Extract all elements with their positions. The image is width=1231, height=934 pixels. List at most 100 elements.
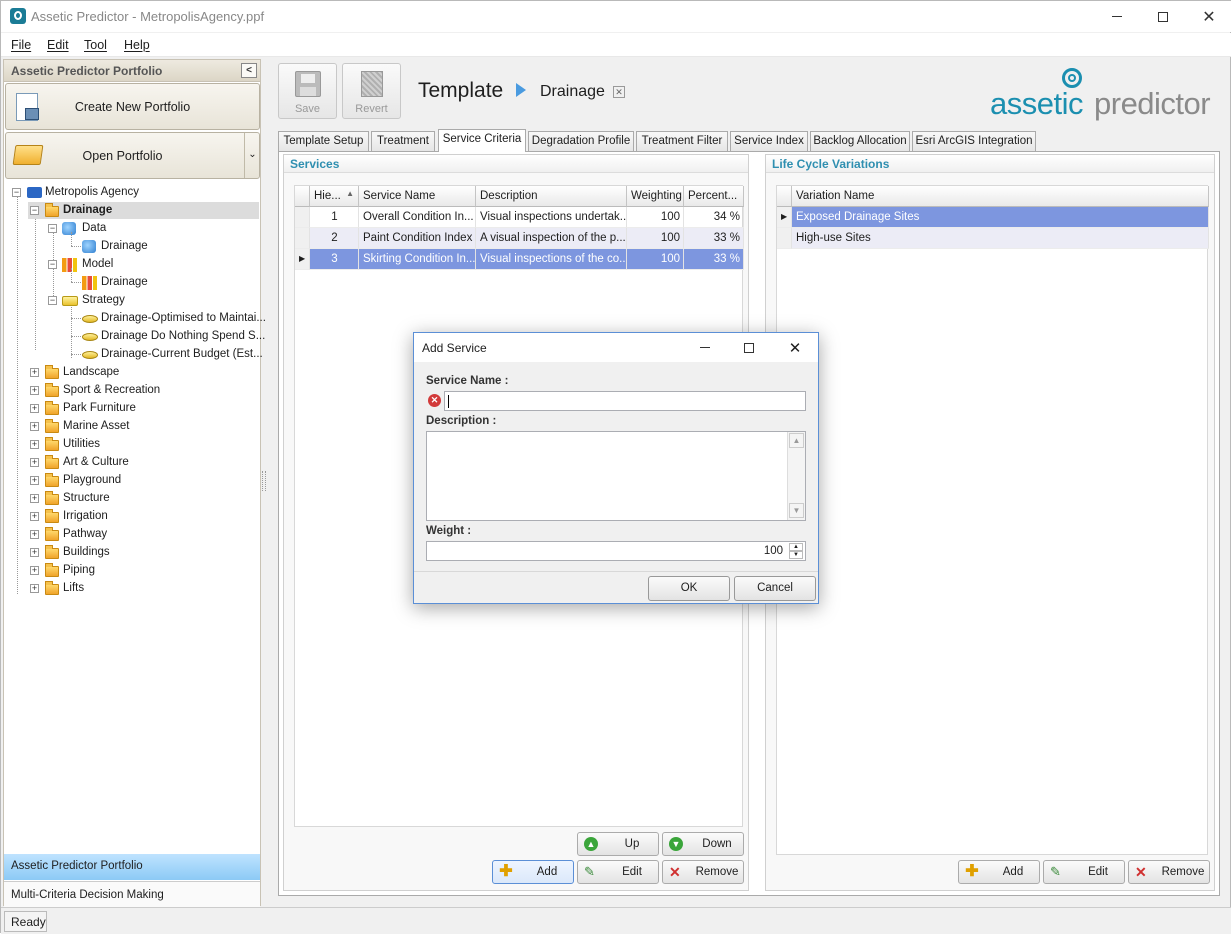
status-text: Ready	[4, 911, 47, 932]
grid-header-percent[interactable]: Percent...	[684, 186, 744, 207]
dialog-close-button[interactable]: ✕	[780, 333, 810, 362]
tree-label-data-drainage: Drainage	[101, 240, 148, 252]
scroll-down-icon[interactable]: ▼	[789, 503, 804, 518]
tree-node-category[interactable]: + Art & Culture	[28, 454, 129, 471]
table-cell[interactable]: 100	[627, 207, 684, 228]
table-cell[interactable]: 100	[627, 249, 684, 270]
open-portfolio-dropdown[interactable]: ⌄	[244, 133, 260, 178]
add-variation-button[interactable]: ✚ Add	[958, 860, 1040, 884]
menu-file[interactable]: File	[11, 38, 31, 52]
add-service-button[interactable]: ✚ Add	[492, 860, 574, 884]
grid-header-hierarchy[interactable]: Hie... ▲	[310, 186, 359, 207]
nav-mcdm[interactable]: Multi-Criteria Decision Making	[4, 881, 260, 907]
panel-splitter[interactable]	[262, 471, 266, 491]
edit-variation-button[interactable]: ✎ Edit	[1043, 860, 1125, 884]
grid-header-weighting[interactable]: Weighting	[627, 186, 684, 207]
tree-node-category[interactable]: + Sport & Recreation	[28, 382, 160, 399]
save-button[interactable]: Save	[278, 63, 337, 119]
table-cell[interactable]: Skirting Condition In...	[359, 249, 476, 270]
menu-edit[interactable]: Edit	[47, 38, 69, 52]
row-selector[interactable]: ▶	[777, 207, 792, 228]
maximize-button[interactable]	[1140, 1, 1186, 32]
tab-esri-arcgis[interactable]: Esri ArcGIS Integration	[912, 131, 1036, 151]
tree-node-model-drainage[interactable]: Drainage	[82, 274, 148, 291]
tree-node-strategy-1[interactable]: Drainage-Optimised to Maintai...	[82, 310, 266, 327]
row-selector[interactable]	[295, 228, 310, 249]
tab-treatment-filter[interactable]: Treatment Filter	[636, 131, 728, 151]
description-textarea[interactable]: ▲ ▼	[426, 431, 806, 521]
table-cell[interactable]: 1	[310, 207, 359, 228]
remove-variation-button[interactable]: ✕ Remove	[1128, 860, 1210, 884]
table-cell[interactable]: 34 %	[684, 207, 744, 228]
remove-service-button[interactable]: ✕ Remove	[662, 860, 744, 884]
tab-template-setup[interactable]: Template Setup	[278, 131, 369, 151]
close-button[interactable]: ✕	[1186, 1, 1231, 32]
up-button[interactable]: ▲ Up	[577, 832, 659, 856]
spin-down-icon[interactable]: ▼	[789, 551, 803, 559]
list-item[interactable]: Exposed Drainage Sites	[792, 207, 1209, 228]
tree-node-category[interactable]: + Landscape	[28, 364, 119, 381]
revert-button[interactable]: Revert	[342, 63, 401, 119]
table-cell[interactable]: 33 %	[684, 228, 744, 249]
row-selector[interactable]	[295, 207, 310, 228]
spin-up-icon[interactable]: ▲	[789, 543, 803, 551]
tree-node-category[interactable]: + Irrigation	[28, 508, 108, 525]
service-name-input[interactable]	[444, 391, 806, 411]
ok-button[interactable]: OK	[648, 576, 730, 601]
tree-node-category[interactable]: + Pathway	[28, 526, 107, 543]
table-cell[interactable]: Visual inspections undertak...	[476, 207, 627, 228]
tree-node-drainage[interactable]: − Drainage	[28, 202, 259, 219]
list-item[interactable]: High-use Sites	[792, 228, 1209, 249]
tree-node-category[interactable]: + Utilities	[28, 436, 100, 453]
tree-node-model[interactable]: − Model	[46, 256, 113, 273]
table-cell[interactable]: 100	[627, 228, 684, 249]
close-template-icon[interactable]: ✕	[613, 86, 625, 98]
tab-backlog-allocation[interactable]: Backlog Allocation	[810, 131, 910, 151]
scroll-up-icon[interactable]: ▲	[789, 433, 804, 448]
tree-node-category[interactable]: + Park Furniture	[28, 400, 136, 417]
cancel-button[interactable]: Cancel	[734, 576, 816, 601]
down-button[interactable]: ▼ Down	[662, 832, 744, 856]
tree-node-category[interactable]: + Structure	[28, 490, 110, 507]
table-cell[interactable]: 33 %	[684, 249, 744, 270]
menu-tool[interactable]: Tool	[84, 38, 107, 52]
weight-spinner[interactable]: 100 ▲ ▼	[426, 541, 806, 561]
tab-treatment[interactable]: Treatment	[371, 131, 435, 151]
table-cell[interactable]: Overall Condition In...	[359, 207, 476, 228]
nav-portfolio[interactable]: Assetic Predictor Portfolio	[4, 854, 260, 880]
table-cell[interactable]: 3	[310, 249, 359, 270]
create-portfolio-button[interactable]: Create New Portfolio	[5, 83, 260, 130]
tab-service-index[interactable]: Service Index	[730, 131, 808, 151]
tree-node-strategy-2[interactable]: Drainage Do Nothing Spend S...	[82, 328, 265, 345]
tree-node-strategy[interactable]: − Strategy	[46, 292, 125, 309]
dialog-maximize-button[interactable]	[734, 333, 764, 362]
grid-header-variation-name[interactable]: Variation Name	[792, 186, 1209, 207]
tree-node-category[interactable]: + Playground	[28, 472, 121, 489]
tab-service-criteria[interactable]: Service Criteria	[438, 129, 526, 152]
table-cell[interactable]: 2	[310, 228, 359, 249]
open-portfolio-button[interactable]: Open Portfolio ⌄	[5, 132, 260, 179]
menu-help[interactable]: Help	[124, 38, 150, 52]
table-cell[interactable]: Visual inspections of the co...	[476, 249, 627, 270]
menu-bar: File Edit Tool Help	[1, 33, 1231, 57]
row-selector[interactable]	[777, 228, 792, 249]
collapse-panel-button[interactable]: <	[241, 63, 257, 78]
table-cell[interactable]: Paint Condition Index	[359, 228, 476, 249]
minimize-button[interactable]	[1094, 1, 1140, 32]
tree-node-data-drainage[interactable]: Drainage	[82, 238, 148, 255]
table-cell[interactable]: A visual inspection of the p...	[476, 228, 627, 249]
grid-header-service-name[interactable]: Service Name	[359, 186, 476, 207]
tab-degradation-profile[interactable]: Degradation Profile	[528, 131, 634, 151]
tree-node-category[interactable]: + Piping	[28, 562, 95, 579]
tree-node-root[interactable]: − Metropolis Agency	[10, 184, 139, 201]
grid-header-description[interactable]: Description	[476, 186, 627, 207]
row-selector[interactable]: ▶	[295, 249, 310, 270]
description-scrollbar[interactable]: ▲ ▼	[787, 432, 805, 520]
tree-node-category[interactable]: + Marine Asset	[28, 418, 129, 435]
tree-node-strategy-3[interactable]: Drainage-Current Budget (Est...	[82, 346, 263, 363]
edit-service-button[interactable]: ✎ Edit	[577, 860, 659, 884]
tree-node-data[interactable]: − Data	[46, 220, 106, 237]
tree-node-category[interactable]: + Buildings	[28, 544, 110, 561]
dialog-minimize-button[interactable]	[690, 333, 720, 362]
tree-node-category[interactable]: + Lifts	[28, 580, 84, 597]
